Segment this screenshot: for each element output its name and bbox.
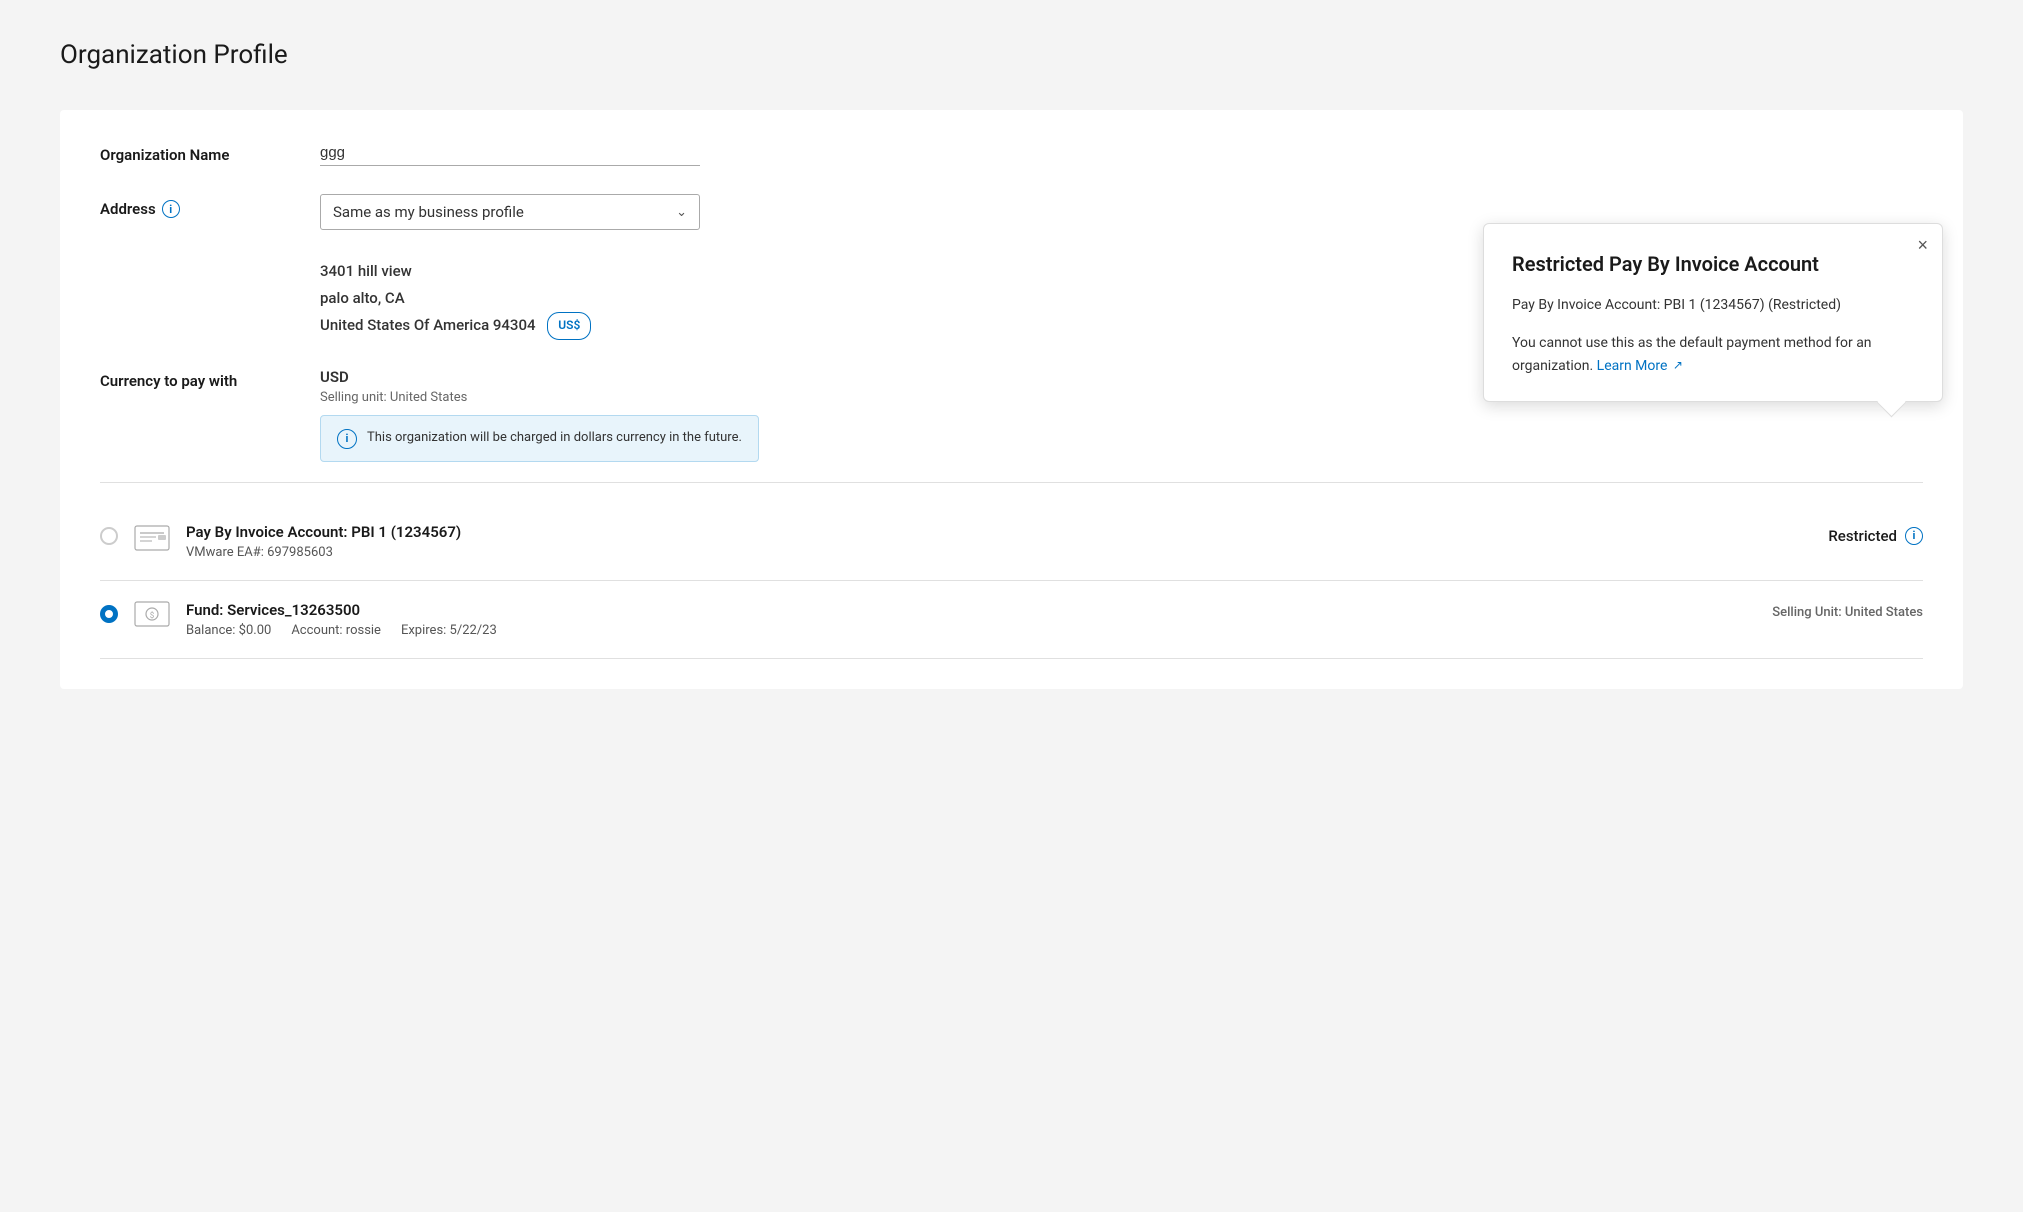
currency-value: USD [320,368,759,386]
popup-account-detail: Pay By Invoice Account: PBI 1 (1234567) … [1512,294,1914,316]
currency-value-block: USD Selling unit: United States i This o… [320,368,759,462]
selling-unit-text: Selling unit: United States [320,390,759,405]
currency-badge: US$ [547,312,591,340]
org-name-row: Organization Name [100,140,1923,166]
fund-selling-unit: Selling Unit: United States [1772,601,1923,620]
fund-name: Fund: Services_13263500 [186,601,1772,619]
svg-text:$: $ [150,611,155,620]
organization-profile-form: Organization Name Address i Same as my b… [60,110,1963,689]
org-name-control [320,140,1923,166]
restricted-label: Restricted [1828,527,1897,545]
page-title: Organization Profile [60,40,1963,70]
divider [100,482,1923,483]
info-box-icon: i [337,429,357,449]
address-dropdown[interactable]: Same as my business profile ⌄ [320,194,700,230]
fund-icon: $ [134,601,170,627]
fund-expires: Expires: 5/22/23 [401,623,497,638]
radio-pbi[interactable] [100,527,118,545]
pbi-name: Pay By Invoice Account: PBI 1 (1234567) [186,523,1773,541]
address-label: Address i [100,194,320,218]
pbi-info: Pay By Invoice Account: PBI 1 (1234567) … [186,523,1773,560]
payment-methods-list: Pay By Invoice Account: PBI 1 (1234567) … [100,503,1923,659]
currency-info-box: i This organization will be charged in d… [320,415,759,462]
learn-more-link[interactable]: Learn More ↗ [1597,358,1683,374]
popup-card: × Restricted Pay By Invoice Account Pay … [1483,223,1943,402]
address-info-icon[interactable]: i [162,200,180,218]
info-box-text: This organization will be charged in dol… [367,428,742,448]
popup-close-button[interactable]: × [1917,236,1928,254]
popup-title: Restricted Pay By Invoice Account [1512,252,1914,276]
fund-info: Fund: Services_13263500 Balance: $0.00 A… [186,601,1772,638]
currency-label: Currency to pay with [100,368,320,390]
radio-fund[interactable] [100,605,118,623]
invoice-icon [134,525,170,551]
fund-selling-unit-text: Selling Unit: United States [1772,605,1923,620]
payment-item-pbi: Pay By Invoice Account: PBI 1 (1234567) … [100,503,1923,581]
popup-description: You cannot use this as the default payme… [1512,332,1914,377]
fund-account: Account: rossie [291,623,381,638]
pbi-ea: VMware EA#: 697985603 [186,545,1773,560]
org-name-input[interactable] [320,140,700,166]
restricted-info-icon[interactable]: i [1905,527,1923,545]
chevron-down-icon: ⌄ [676,205,687,220]
payment-item-fund: $ Fund: Services_13263500 Balance: $0.00… [100,581,1923,659]
fund-meta: Balance: $0.00 Account: rossie Expires: … [186,623,1772,638]
org-name-label: Organization Name [100,140,320,164]
external-link-icon: ↗ [1673,356,1683,375]
fund-balance: Balance: $0.00 [186,623,271,638]
pbi-status: Restricted i [1773,523,1923,545]
restricted-popup: × Restricted Pay By Invoice Account Pay … [1483,223,1943,402]
